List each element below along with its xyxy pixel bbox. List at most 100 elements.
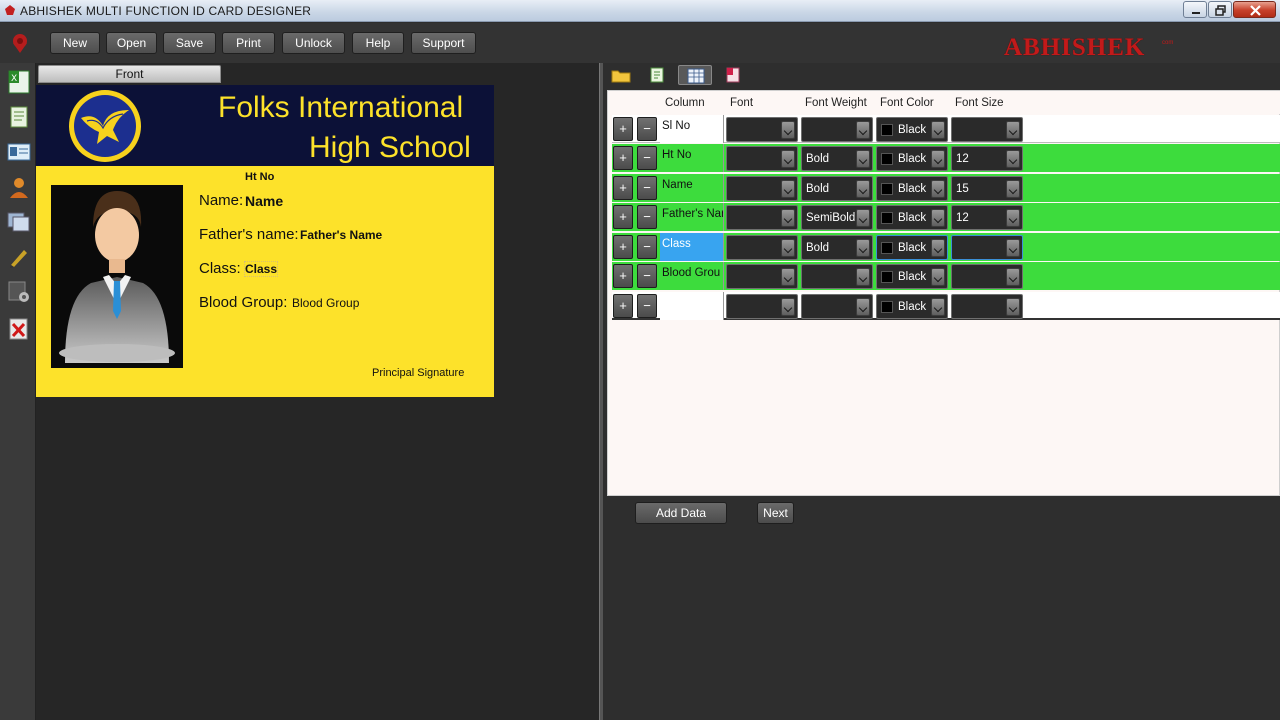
font-color-select[interactable]: Black <box>876 117 948 142</box>
column-name-cell[interactable]: Class <box>660 233 724 261</box>
cards-stack-icon[interactable] <box>6 209 32 235</box>
id-card-icon[interactable] <box>6 139 32 165</box>
father-name-value[interactable]: Father's Name <box>300 228 382 242</box>
font-weight-select[interactable]: Bold <box>801 235 873 260</box>
principal-signature[interactable]: Principal Signature <box>372 367 464 379</box>
font-select[interactable] <box>726 205 798 230</box>
blood-group-label[interactable]: Blood Group: <box>199 294 287 311</box>
document-icon[interactable] <box>6 104 32 130</box>
minimize-button[interactable] <box>1183 1 1207 18</box>
header-font[interactable]: Font <box>730 97 753 109</box>
settings-icon[interactable] <box>6 279 32 305</box>
font-color-select[interactable]: Black <box>876 294 948 319</box>
add-row-button[interactable]: + <box>613 294 633 318</box>
font-size-select[interactable] <box>951 264 1023 289</box>
column-name-cell[interactable]: Father's Nar <box>660 203 724 231</box>
font-size-select[interactable] <box>951 117 1023 142</box>
name-label[interactable]: Name: <box>199 192 243 209</box>
father-name-label[interactable]: Father's name: <box>199 226 299 243</box>
student-photo[interactable] <box>51 185 183 368</box>
header-font-weight[interactable]: Font Weight <box>805 97 867 109</box>
print-button[interactable]: Print <box>222 32 275 54</box>
save-button[interactable]: Save <box>163 32 216 54</box>
font-weight-select[interactable]: Bold <box>801 146 873 171</box>
table-row[interactable]: + − Class Bold Black <box>612 233 1280 261</box>
remove-row-button[interactable]: − <box>637 205 657 229</box>
school-name-line1[interactable]: Folks International <box>218 91 463 125</box>
font-size-select[interactable] <box>951 294 1023 319</box>
column-name-cell[interactable]: Name <box>660 174 724 202</box>
table-row[interactable]: + − Father's Nar SemiBold Black 12 <box>612 203 1280 231</box>
table-row[interactable]: + − Sl No Black <box>612 115 1280 143</box>
help-button[interactable]: Help <box>352 32 404 54</box>
font-select[interactable] <box>726 176 798 201</box>
tab-front[interactable]: Front <box>38 65 221 83</box>
font-select[interactable] <box>726 294 798 319</box>
font-color-select[interactable]: Black <box>876 205 948 230</box>
school-emblem-icon[interactable] <box>67 88 143 164</box>
font-select[interactable] <box>726 146 798 171</box>
font-color-select[interactable]: Black <box>876 235 948 260</box>
table-row[interactable]: + − Black <box>612 292 1280 320</box>
name-value[interactable]: Name <box>245 193 283 209</box>
column-name-cell[interactable] <box>660 292 724 320</box>
class-label[interactable]: Class: <box>199 260 241 277</box>
new-sheet-icon[interactable] <box>646 66 668 84</box>
class-value[interactable]: Class <box>243 261 279 277</box>
font-size-select[interactable]: 15 <box>951 176 1023 201</box>
add-data-button[interactable]: Add Data <box>635 502 727 524</box>
add-row-button[interactable]: + <box>613 146 633 170</box>
font-weight-select[interactable] <box>801 264 873 289</box>
font-select[interactable] <box>726 235 798 260</box>
header-column[interactable]: Column <box>665 97 705 109</box>
person-icon[interactable] <box>6 174 32 200</box>
next-button[interactable]: Next <box>757 502 794 524</box>
unlock-button[interactable]: Unlock <box>282 32 345 54</box>
remove-row-button[interactable]: − <box>637 146 657 170</box>
column-name-cell[interactable]: Ht No <box>660 144 724 172</box>
pen-icon[interactable] <box>6 244 32 270</box>
table-row[interactable]: + − Name Bold Black 15 <box>612 174 1280 202</box>
remove-row-button[interactable]: − <box>637 235 657 259</box>
add-row-button[interactable]: + <box>613 176 633 200</box>
support-button[interactable]: Support <box>411 32 476 54</box>
font-weight-select[interactable]: Bold <box>801 176 873 201</box>
font-color-select[interactable]: Black <box>876 176 948 201</box>
school-name-line2[interactable]: High School <box>309 131 471 165</box>
font-color-select[interactable]: Black <box>876 264 948 289</box>
font-size-select[interactable]: 12 <box>951 205 1023 230</box>
column-name-cell[interactable]: Blood Grou <box>660 262 724 290</box>
table-view-toggle[interactable] <box>678 65 712 85</box>
font-select[interactable] <box>726 117 798 142</box>
remove-row-button[interactable]: − <box>637 117 657 141</box>
font-size-select[interactable]: 12 <box>951 146 1023 171</box>
add-row-button[interactable]: + <box>613 235 633 259</box>
font-weight-select[interactable] <box>801 117 873 142</box>
blood-group-value[interactable]: Blood Group <box>292 296 359 310</box>
remove-row-button[interactable]: − <box>637 294 657 318</box>
folder-icon[interactable] <box>610 66 632 84</box>
add-row-button[interactable]: + <box>613 205 633 229</box>
new-button[interactable]: New <box>50 32 100 54</box>
excel-icon[interactable]: X <box>6 69 32 95</box>
open-button[interactable]: Open <box>106 32 157 54</box>
font-weight-select[interactable] <box>801 294 873 319</box>
ht-no-field[interactable]: Ht No <box>245 171 274 183</box>
maximize-button[interactable] <box>1208 1 1232 18</box>
remove-sheet-icon[interactable] <box>722 66 744 84</box>
header-font-size[interactable]: Font Size <box>955 97 1004 109</box>
add-row-button[interactable]: + <box>613 264 633 288</box>
add-row-button[interactable]: + <box>613 117 633 141</box>
remove-row-button[interactable]: − <box>637 176 657 200</box>
remove-row-button[interactable]: − <box>637 264 657 288</box>
font-color-select[interactable]: Black <box>876 146 948 171</box>
close-button[interactable] <box>1233 1 1276 18</box>
delete-icon[interactable] <box>6 316 32 342</box>
table-row[interactable]: + − Ht No Bold Black 12 <box>612 144 1280 172</box>
header-font-color[interactable]: Font Color <box>880 97 934 109</box>
column-name-cell[interactable]: Sl No <box>660 115 724 143</box>
table-row[interactable]: + − Blood Grou Black <box>612 262 1280 290</box>
font-size-select[interactable] <box>951 235 1023 260</box>
font-weight-select[interactable]: SemiBold <box>801 205 873 230</box>
font-select[interactable] <box>726 264 798 289</box>
